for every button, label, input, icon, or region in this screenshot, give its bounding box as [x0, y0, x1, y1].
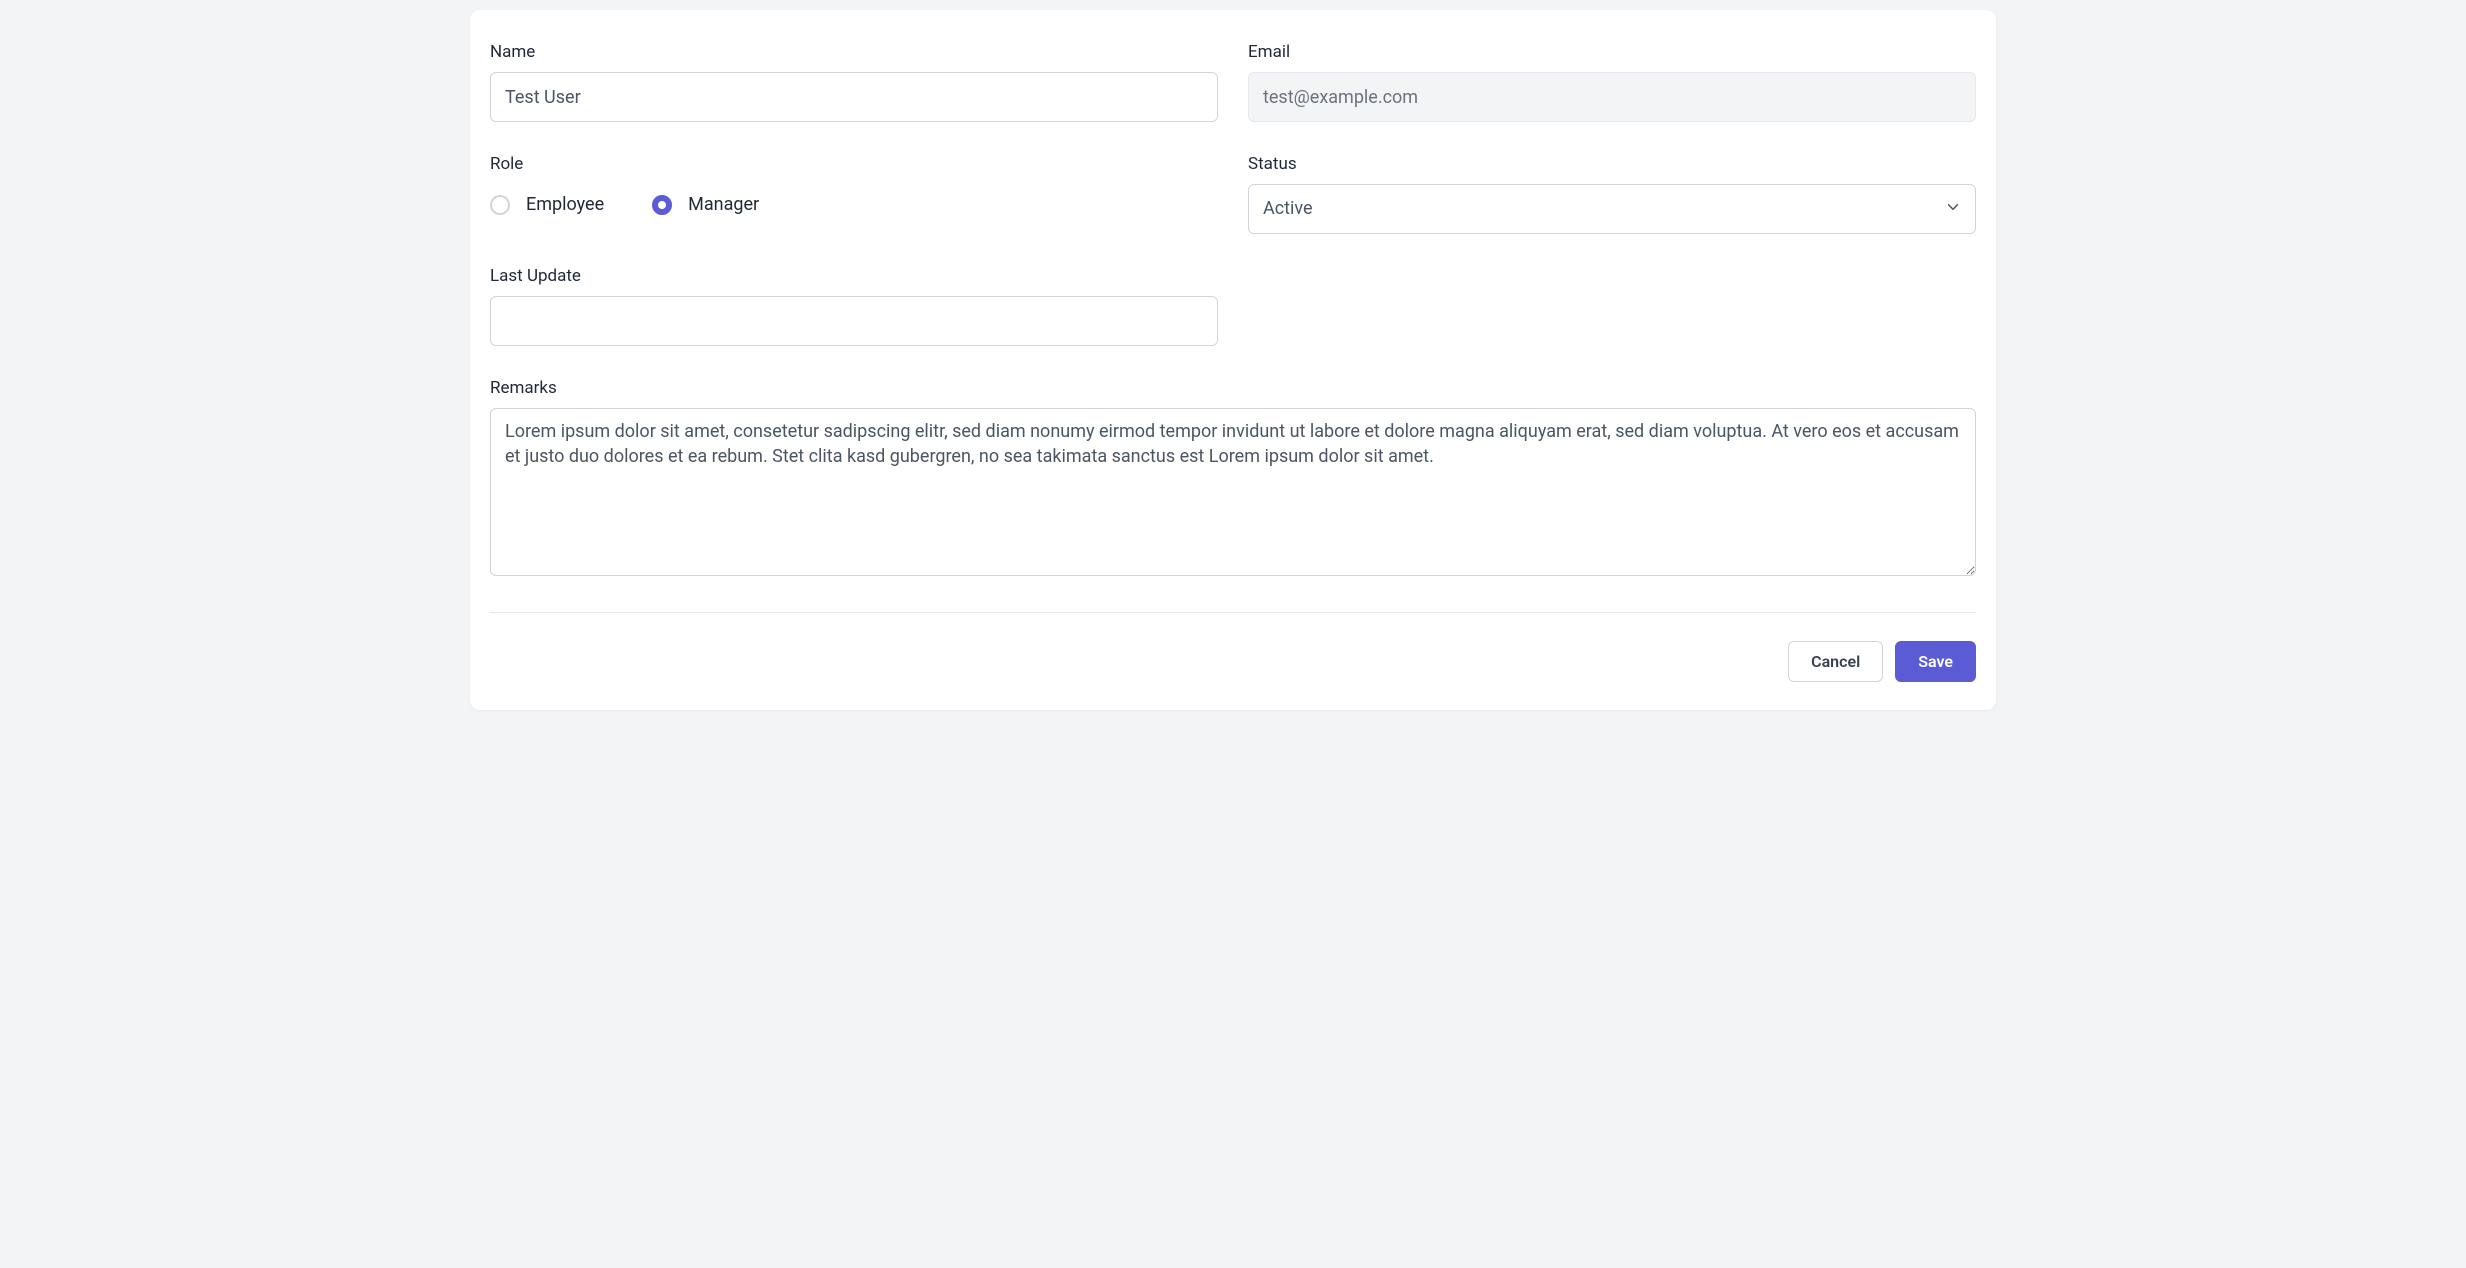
email-input — [1248, 72, 1976, 122]
remarks-label: Remarks — [490, 378, 1976, 398]
form-grid: Name Email Role Employee Manager Status — [490, 42, 1976, 576]
status-field: Status Active — [1248, 154, 1976, 234]
status-label: Status — [1248, 154, 1976, 174]
role-label: Role — [490, 154, 1218, 174]
last-update-label: Last Update — [490, 266, 1218, 286]
name-label: Name — [490, 42, 1218, 62]
role-option-label: Manager — [688, 194, 759, 215]
role-option-employee[interactable]: Employee — [490, 194, 604, 215]
radio-icon — [490, 195, 510, 215]
radio-icon — [652, 195, 672, 215]
role-option-label: Employee — [526, 194, 604, 215]
cancel-button[interactable]: Cancel — [1788, 641, 1883, 682]
divider — [490, 612, 1976, 613]
form-card: Name Email Role Employee Manager Status — [470, 10, 1996, 710]
remarks-textarea[interactable] — [490, 408, 1976, 576]
email-field: Email — [1248, 42, 1976, 122]
spacer — [1248, 266, 1976, 346]
remarks-field: Remarks — [490, 378, 1976, 576]
role-radio-group: Employee Manager — [490, 184, 1218, 215]
last-update-field: Last Update — [490, 266, 1218, 346]
name-field: Name — [490, 42, 1218, 122]
save-button[interactable]: Save — [1895, 641, 1976, 682]
status-select-wrap: Active — [1248, 184, 1976, 234]
status-select[interactable]: Active — [1248, 184, 1976, 234]
email-label: Email — [1248, 42, 1976, 62]
last-update-input[interactable] — [490, 296, 1218, 346]
form-actions: Cancel Save — [490, 641, 1976, 682]
role-option-manager[interactable]: Manager — [652, 194, 759, 215]
name-input[interactable] — [490, 72, 1218, 122]
role-field: Role Employee Manager — [490, 154, 1218, 234]
